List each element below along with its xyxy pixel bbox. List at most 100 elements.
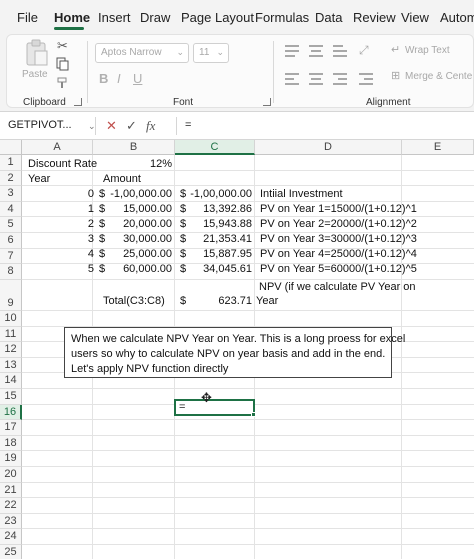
cell-c6[interactable]: 21,353.41 bbox=[185, 232, 252, 246]
menu-file[interactable]: File bbox=[17, 10, 38, 25]
copy-icon[interactable] bbox=[56, 57, 70, 71]
cell-c3[interactable]: -1,00,000.00 bbox=[185, 187, 252, 201]
cell-b5[interactable]: 20,000.00 bbox=[104, 217, 172, 231]
align-right-icon[interactable] bbox=[333, 73, 347, 85]
align-top-icon[interactable] bbox=[285, 45, 299, 57]
merge-center-button[interactable]: ⊞ Merge & Cente bbox=[391, 69, 474, 85]
cell-b8[interactable]: 60,000.00 bbox=[104, 262, 172, 276]
row-header-18[interactable]: 18 bbox=[0, 435, 22, 452]
menu-automate[interactable]: Autom bbox=[440, 10, 474, 25]
format-painter-icon[interactable] bbox=[56, 76, 70, 90]
cell-a1[interactable]: Discount Rate bbox=[28, 157, 97, 171]
menu-review[interactable]: Review bbox=[353, 10, 396, 25]
cell-a3[interactable]: 0 bbox=[24, 187, 94, 201]
orientation-icon[interactable]: ⤢ bbox=[359, 43, 375, 59]
cell-b7[interactable]: 25,000.00 bbox=[104, 247, 172, 261]
menu-insert[interactable]: Insert bbox=[98, 10, 131, 25]
cell-d5[interactable]: PV on Year 2=20000/(1+0.12)^2 bbox=[260, 217, 417, 231]
italic-button[interactable]: I bbox=[117, 71, 121, 86]
menu-home[interactable]: Home bbox=[54, 10, 90, 25]
menu-view[interactable]: View bbox=[401, 10, 429, 25]
row-header-13[interactable]: 13 bbox=[0, 357, 22, 374]
font-launcher-icon[interactable] bbox=[263, 98, 271, 106]
column-header-e[interactable]: E bbox=[402, 140, 474, 155]
cell-b9[interactable]: Total(C3:C8) bbox=[103, 294, 165, 308]
row-header-6[interactable]: 6 bbox=[0, 233, 22, 249]
cell-d7[interactable]: PV on Year 4=25000/(1+0.12)^4 bbox=[260, 247, 417, 261]
cell-b6[interactable]: 30,000.00 bbox=[104, 232, 172, 246]
column-header-a[interactable]: A bbox=[22, 140, 93, 155]
align-middle-icon[interactable] bbox=[309, 45, 323, 57]
cell-d3[interactable]: Intiial Investment bbox=[260, 187, 343, 201]
cell-a2[interactable]: Year bbox=[28, 172, 50, 186]
cell-d8[interactable]: PV on Year 5=60000/(1+0.12)^5 bbox=[260, 262, 417, 276]
row-header-22[interactable]: 22 bbox=[0, 498, 22, 514]
row-header-21[interactable]: 21 bbox=[0, 482, 22, 499]
cell-d6[interactable]: PV on Year 3=30000/(1+0.12)^3 bbox=[260, 232, 417, 246]
cell-d9-line1[interactable]: NPV (if we calculate PV Year on bbox=[259, 280, 416, 294]
align-bottom-icon[interactable] bbox=[333, 45, 347, 57]
fill-handle[interactable] bbox=[251, 412, 256, 417]
bold-button[interactable]: B bbox=[99, 71, 108, 86]
row-header-11[interactable]: 11 bbox=[0, 326, 22, 343]
wrap-text-button[interactable]: ↵ Wrap Text bbox=[391, 43, 471, 59]
column-header-b[interactable]: B bbox=[93, 140, 175, 155]
check-icon[interactable]: ✓ bbox=[126, 118, 137, 134]
row-header-24[interactable]: 24 bbox=[0, 529, 22, 545]
cell-d4[interactable]: PV on Year 1=15000/(1+0.12)^1 bbox=[260, 202, 417, 216]
font-size-dropdown[interactable]: 11 ⌄ bbox=[193, 43, 229, 63]
underline-button[interactable]: U bbox=[133, 71, 142, 86]
row-header-8[interactable]: 8 bbox=[0, 264, 22, 280]
cell-b4[interactable]: 15,000.00 bbox=[104, 202, 172, 216]
cell-b3[interactable]: -1,00,000.00 bbox=[104, 187, 172, 201]
column-header-c[interactable]: C bbox=[175, 140, 255, 155]
row-header-2[interactable]: 2 bbox=[0, 170, 22, 187]
row-header-17[interactable]: 17 bbox=[0, 420, 22, 436]
note-textbox[interactable]: When we calculate NPV Year on Year. This… bbox=[64, 327, 405, 378]
row-header-23[interactable]: 23 bbox=[0, 513, 22, 530]
row-header-19[interactable]: 19 bbox=[0, 451, 22, 467]
menu-page-layout[interactable]: Page Layout bbox=[181, 10, 254, 25]
insert-function-button[interactable]: fx bbox=[146, 118, 155, 134]
indent-icon[interactable] bbox=[359, 73, 373, 85]
row-header-16[interactable]: 16 bbox=[0, 404, 22, 421]
cell-a5[interactable]: 2 bbox=[24, 217, 94, 231]
formula-input[interactable]: = bbox=[176, 117, 470, 135]
font-name-dropdown[interactable]: Aptos Narrow ⌄ bbox=[95, 43, 189, 63]
cell-b2[interactable]: Amount bbox=[103, 172, 141, 186]
row-header-15[interactable]: 15 bbox=[0, 389, 22, 405]
cut-icon[interactable]: ✂ bbox=[57, 38, 68, 54]
cell-a8[interactable]: 5 bbox=[24, 262, 94, 276]
cell-b1[interactable]: 12% bbox=[100, 157, 172, 171]
row-header-5[interactable]: 5 bbox=[0, 217, 22, 233]
menu-draw[interactable]: Draw bbox=[140, 10, 170, 25]
row-header-10[interactable]: 10 bbox=[0, 311, 22, 327]
row-header-14[interactable]: 14 bbox=[0, 373, 22, 389]
row-header-3[interactable]: 3 bbox=[0, 186, 22, 202]
row-header-12[interactable]: 12 bbox=[0, 342, 22, 358]
cell-c5[interactable]: 15,943.88 bbox=[185, 217, 252, 231]
clipboard-launcher-icon[interactable] bbox=[74, 98, 82, 106]
close-icon[interactable]: ✕ bbox=[106, 118, 117, 134]
active-cell-c16[interactable]: = bbox=[174, 399, 255, 416]
cell-a4[interactable]: 1 bbox=[24, 202, 94, 216]
row-header-1[interactable]: 1 bbox=[0, 155, 22, 171]
align-center-icon[interactable] bbox=[309, 73, 323, 85]
cell-a7[interactable]: 4 bbox=[24, 247, 94, 261]
cell-c9[interactable]: 623.71 bbox=[185, 294, 252, 308]
cell-d9-line2[interactable]: Year bbox=[256, 294, 278, 308]
menu-formulas[interactable]: Formulas bbox=[255, 10, 309, 25]
row-header-20[interactable]: 20 bbox=[0, 467, 22, 483]
align-left-icon[interactable] bbox=[285, 73, 299, 85]
row-header-25[interactable]: 25 bbox=[0, 545, 22, 559]
name-box[interactable]: GETPIVOT... bbox=[4, 117, 96, 135]
name-box-chevron-icon[interactable]: ⌄ bbox=[88, 121, 96, 132]
cell-c8[interactable]: 34,045.61 bbox=[185, 262, 252, 276]
column-header-d[interactable]: D bbox=[255, 140, 402, 155]
cell-a6[interactable]: 3 bbox=[24, 232, 94, 246]
cell-c7[interactable]: 15,887.95 bbox=[185, 247, 252, 261]
row-header-9[interactable]: 9 bbox=[0, 279, 22, 311]
menu-data[interactable]: Data bbox=[315, 10, 342, 25]
row-header-4[interactable]: 4 bbox=[0, 201, 22, 218]
row-header-7[interactable]: 7 bbox=[0, 248, 22, 265]
